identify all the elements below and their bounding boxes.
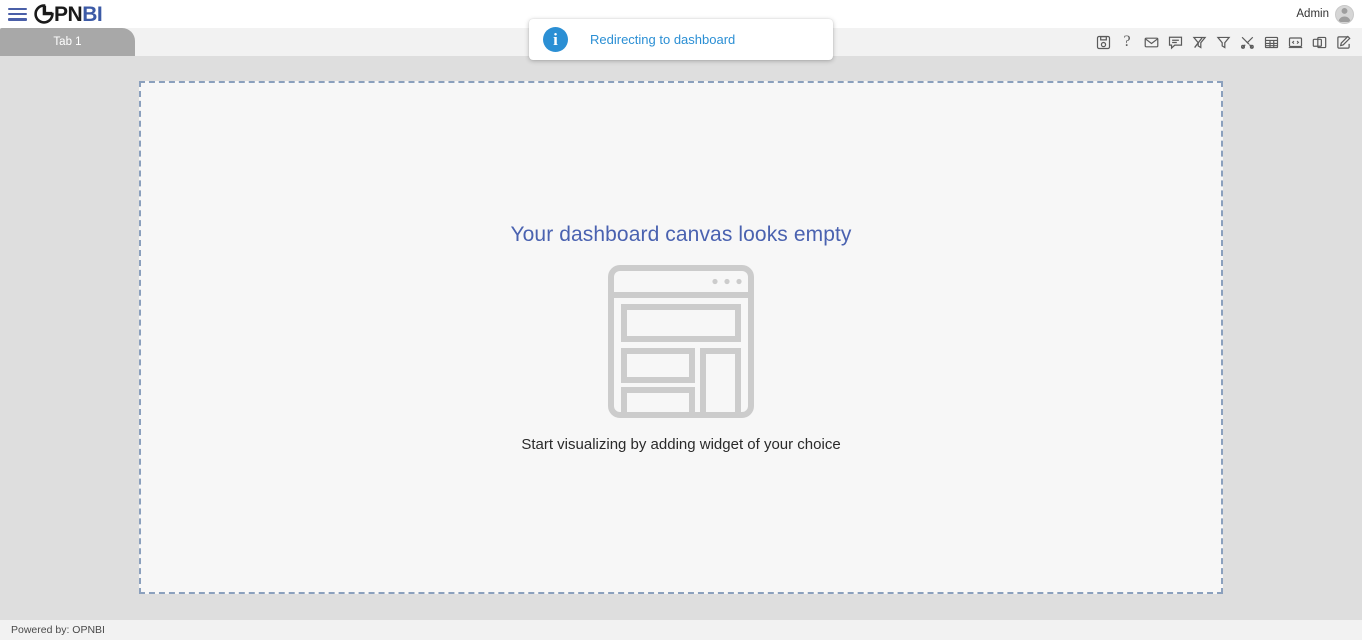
question-mark-icon[interactable]: ? xyxy=(1117,32,1137,52)
envelope-icon[interactable] xyxy=(1141,32,1161,52)
table-grid-icon[interactable] xyxy=(1261,32,1281,52)
app-root: PN BI Admin Tab 1 ? i Redirecting to das… xyxy=(0,0,1362,640)
hamburger-menu-icon[interactable] xyxy=(8,7,27,22)
action-toolbar: ? xyxy=(1093,28,1362,56)
header-user-zone: Admin xyxy=(1296,4,1362,24)
tab-label: Tab 1 xyxy=(53,36,82,48)
edit-pencil-icon[interactable] xyxy=(1333,32,1353,52)
notification-toast[interactable]: i Redirecting to dashboard xyxy=(529,19,833,60)
code-window-icon[interactable] xyxy=(1285,32,1305,52)
empty-state-subtitle: Start visualizing by adding widget of yo… xyxy=(521,435,841,453)
comment-bubble-icon[interactable] xyxy=(1165,32,1185,52)
user-avatar-icon[interactable] xyxy=(1335,4,1354,24)
tools-icon[interactable] xyxy=(1237,32,1257,52)
tab-item-tab-1[interactable]: Tab 1 xyxy=(0,28,135,56)
dashboard-wireframe-icon xyxy=(607,264,755,424)
footer-powered-by-label: Powered by: OPNBI xyxy=(11,624,105,636)
toast-message: Redirecting to dashboard xyxy=(590,32,736,47)
logo-text-accent: BI xyxy=(82,2,103,26)
pie-chart-o-icon xyxy=(34,3,54,25)
save-document-icon[interactable] xyxy=(1093,32,1113,52)
info-circle-icon: i xyxy=(543,27,568,52)
user-name-label: Admin xyxy=(1296,8,1329,20)
empty-state-title: Your dashboard canvas looks empty xyxy=(510,222,852,246)
duplicate-icon[interactable] xyxy=(1309,32,1329,52)
app-footer: Powered by: OPNBI xyxy=(0,620,1362,640)
dashboard-canvas[interactable]: Your dashboard canvas looks empty Start … xyxy=(139,81,1223,594)
logo-text-dark: PN xyxy=(54,2,83,26)
brand-zone: PN BI xyxy=(0,2,103,26)
app-logo[interactable]: PN BI xyxy=(34,2,103,26)
clear-filter-icon[interactable] xyxy=(1189,32,1209,52)
filter-funnel-icon[interactable] xyxy=(1213,32,1233,52)
